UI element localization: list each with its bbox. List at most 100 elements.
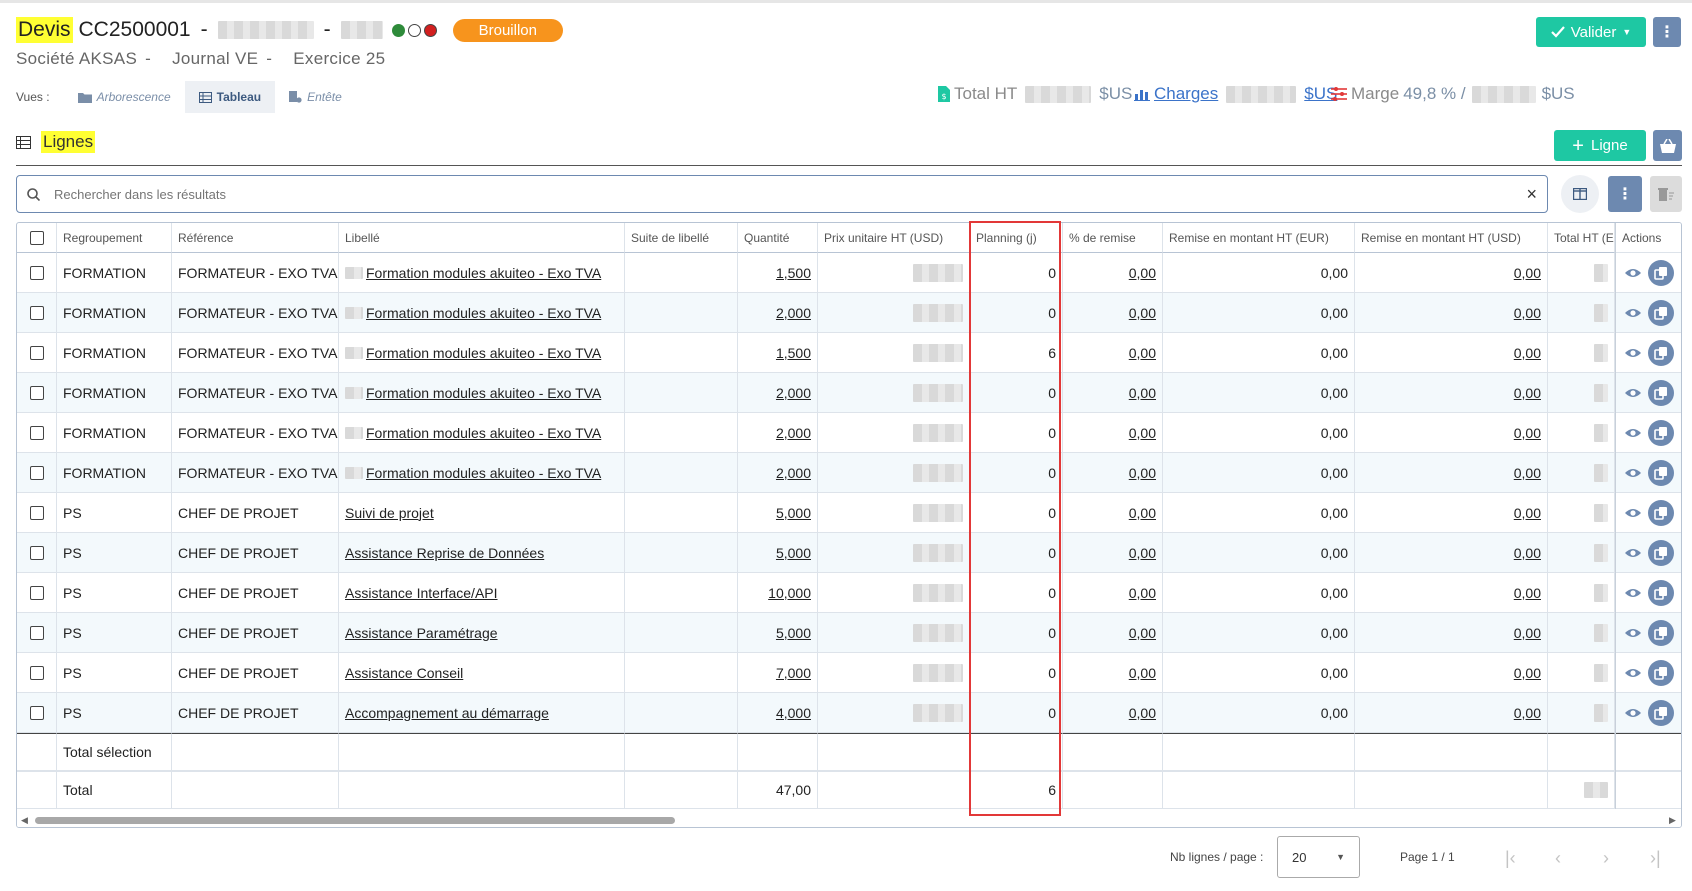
rows-per-page-select[interactable]: 20 ▼: [1277, 836, 1360, 878]
cell-qty-link[interactable]: 1,500: [776, 265, 811, 281]
column-header[interactable]: Référence: [172, 223, 339, 253]
row-checkbox[interactable]: [29, 585, 44, 600]
row-checkbox[interactable]: [29, 425, 44, 440]
cell-qty-link[interactable]: 5,000: [776, 625, 811, 641]
table-more-button[interactable]: ⋮: [1608, 176, 1642, 212]
duplicate-button[interactable]: [1648, 459, 1674, 486]
column-header[interactable]: % de remise: [1063, 223, 1163, 253]
column-header[interactable]: Libellé: [339, 223, 625, 253]
columns-button[interactable]: [1561, 175, 1599, 213]
cell-usd-link[interactable]: 0,00: [1514, 465, 1541, 481]
table-row[interactable]: PS CHEF DE PROJET Assistance Reprise de Do…: [17, 533, 1615, 573]
charges[interactable]: Charges $US: [1134, 84, 1337, 104]
cell-usd-link[interactable]: 0,00: [1514, 305, 1541, 321]
cell-pct-link[interactable]: 0,00: [1129, 585, 1156, 601]
eye-icon[interactable]: [1624, 587, 1642, 599]
tab-entete[interactable]: Entête: [275, 81, 356, 113]
scroll-right-icon[interactable]: ▶: [1669, 815, 1676, 826]
eye-icon[interactable]: [1624, 547, 1642, 559]
cell-pct-link[interactable]: 0,00: [1129, 425, 1156, 441]
row-checkbox[interactable]: [29, 305, 44, 320]
table-row[interactable]: FORMATION FORMATEUR - EXO TVA Formation mo…: [17, 373, 1615, 413]
cell-qty-link[interactable]: 4,000: [776, 705, 811, 721]
line-label-link[interactable]: Suivi de projet: [345, 505, 434, 521]
charges-link[interactable]: Charges: [1154, 84, 1218, 104]
tab-arborescence[interactable]: Arborescence: [64, 81, 185, 113]
tab-tableau[interactable]: Tableau: [184, 81, 276, 113]
row-checkbox[interactable]: [29, 625, 44, 640]
column-header[interactable]: Regroupement: [57, 223, 172, 253]
basket-button[interactable]: [1653, 130, 1682, 161]
search-input[interactable]: [52, 185, 1527, 203]
row-checkbox[interactable]: [29, 505, 44, 520]
cell-usd-link[interactable]: 0,00: [1514, 545, 1541, 561]
cell-qty-link[interactable]: 10,000: [768, 585, 811, 601]
add-line-button[interactable]: + Ligne: [1554, 130, 1646, 161]
row-checkbox[interactable]: [29, 385, 44, 400]
cell-qty-link[interactable]: 5,000: [776, 545, 811, 561]
cell-usd-link[interactable]: 0,00: [1514, 585, 1541, 601]
cell-pct-link[interactable]: 0,00: [1129, 665, 1156, 681]
first-page-icon[interactable]: |‹: [1505, 848, 1516, 869]
duplicate-button[interactable]: [1648, 659, 1674, 686]
duplicate-button[interactable]: [1648, 619, 1674, 646]
table-row[interactable]: FORMATION FORMATEUR - EXO TVA Formation mo…: [17, 413, 1615, 453]
last-page-icon[interactable]: ›|: [1650, 848, 1661, 869]
cell-usd-link[interactable]: 0,00: [1514, 425, 1541, 441]
cell-pct-link[interactable]: 0,00: [1129, 465, 1156, 481]
row-checkbox[interactable]: [29, 665, 44, 680]
table-row[interactable]: FORMATION FORMATEUR - EXO TVA Formation mo…: [17, 333, 1615, 373]
duplicate-button[interactable]: [1648, 259, 1674, 286]
line-label-link[interactable]: Assistance Conseil: [345, 665, 463, 681]
line-label-link[interactable]: Assistance Interface/API: [345, 585, 498, 601]
cell-qty-link[interactable]: 7,000: [776, 665, 811, 681]
table-row[interactable]: PS CHEF DE PROJET Assistance Conseil 7,000 0…: [17, 653, 1615, 693]
cell-usd-link[interactable]: 0,00: [1514, 665, 1541, 681]
cell-pct-link[interactable]: 0,00: [1129, 305, 1156, 321]
line-label-link[interactable]: Formation modules akuiteo - Exo TVA: [366, 425, 601, 441]
line-label-link[interactable]: Formation modules akuiteo - Exo TVA: [366, 265, 601, 281]
line-label-link[interactable]: Assistance Paramétrage: [345, 625, 498, 641]
prev-page-icon[interactable]: ‹: [1555, 848, 1561, 869]
row-checkbox[interactable]: [29, 345, 44, 360]
cell-usd-link[interactable]: 0,00: [1514, 345, 1541, 361]
clear-search-icon[interactable]: ×: [1526, 184, 1537, 205]
column-header[interactable]: Remise en montant HT (EUR): [1163, 223, 1355, 253]
table-row[interactable]: FORMATION FORMATEUR - EXO TVA Formation mo…: [17, 253, 1615, 293]
eye-icon[interactable]: [1624, 387, 1642, 399]
column-header[interactable]: Quantité: [738, 223, 818, 253]
cell-usd-link[interactable]: 0,00: [1514, 385, 1541, 401]
eye-icon[interactable]: [1624, 427, 1642, 439]
cell-pct-link[interactable]: 0,00: [1129, 265, 1156, 281]
table-row[interactable]: PS CHEF DE PROJET Assistance Interface/API…: [17, 573, 1615, 613]
line-label-link[interactable]: Assistance Reprise de Données: [345, 545, 544, 561]
clear-filter-button[interactable]: [1650, 176, 1682, 212]
cell-qty-link[interactable]: 5,000: [776, 505, 811, 521]
row-checkbox[interactable]: [29, 545, 44, 560]
duplicate-button[interactable]: [1648, 579, 1674, 606]
duplicate-button[interactable]: [1648, 499, 1674, 526]
column-header[interactable]: Suite de libellé: [625, 223, 738, 253]
duplicate-button[interactable]: [1648, 339, 1674, 366]
cell-usd-link[interactable]: 0,00: [1514, 265, 1541, 281]
cell-qty-link[interactable]: 2,000: [776, 305, 811, 321]
horizontal-scrollbar[interactable]: ◀ ▶: [17, 813, 1681, 827]
cell-pct-link[interactable]: 0,00: [1129, 545, 1156, 561]
table-row[interactable]: FORMATION FORMATEUR - EXO TVA Formation mo…: [17, 453, 1615, 493]
cell-qty-link[interactable]: 2,000: [776, 465, 811, 481]
duplicate-button[interactable]: [1648, 299, 1674, 326]
next-page-icon[interactable]: ›: [1603, 848, 1609, 869]
eye-icon[interactable]: [1624, 307, 1642, 319]
cell-pct-link[interactable]: 0,00: [1129, 625, 1156, 641]
eye-icon[interactable]: [1624, 667, 1642, 679]
cell-pct-link[interactable]: 0,00: [1129, 385, 1156, 401]
line-label-link[interactable]: Formation modules akuiteo - Exo TVA: [366, 305, 601, 321]
column-header[interactable]: Actions: [1616, 223, 1681, 253]
cell-usd-link[interactable]: 0,00: [1514, 505, 1541, 521]
row-checkbox[interactable]: [29, 705, 44, 720]
scroll-left-icon[interactable]: ◀: [21, 815, 28, 826]
row-checkbox[interactable]: [29, 465, 44, 480]
column-header[interactable]: Remise en montant HT (USD): [1355, 223, 1548, 253]
cell-pct-link[interactable]: 0,00: [1129, 705, 1156, 721]
eye-icon[interactable]: [1624, 627, 1642, 639]
